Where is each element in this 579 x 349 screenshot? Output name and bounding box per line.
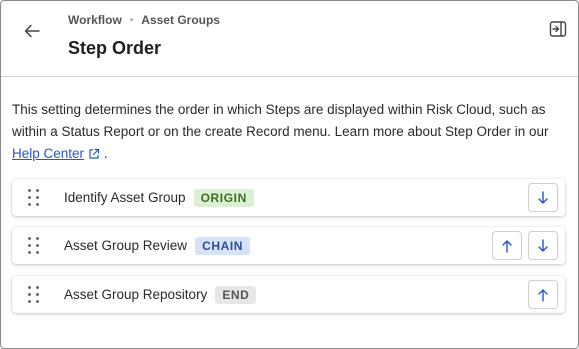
step-row[interactable]: Identify Asset Group ORIGIN bbox=[12, 179, 565, 216]
step-name: Asset Group Repository bbox=[64, 287, 208, 302]
step-name: Asset Group Review bbox=[64, 238, 188, 253]
collapse-panel-button[interactable] bbox=[549, 20, 569, 40]
description: This setting determines the order in whi… bbox=[12, 99, 562, 165]
move-down-button[interactable] bbox=[528, 231, 558, 260]
arrow-down-icon bbox=[538, 190, 548, 204]
breadcrumb-item-asset-groups[interactable]: Asset Groups bbox=[141, 13, 220, 27]
breadcrumb-separator: • bbox=[129, 14, 134, 26]
description-text: This setting determines the order in whi… bbox=[12, 102, 549, 139]
arrow-up-icon bbox=[502, 239, 512, 253]
arrow-down-icon bbox=[538, 238, 548, 252]
external-link-icon[interactable] bbox=[88, 148, 100, 160]
drag-handle-icon[interactable] bbox=[28, 188, 42, 207]
drag-handle-icon[interactable] bbox=[28, 285, 42, 304]
help-center-link[interactable]: Help Center bbox=[12, 146, 84, 161]
move-up-button[interactable] bbox=[492, 231, 522, 260]
breadcrumb-item-workflow[interactable]: Workflow bbox=[68, 13, 122, 27]
arrow-left-icon bbox=[24, 24, 40, 38]
step-type-badge: ORIGIN bbox=[193, 188, 254, 207]
breadcrumb: Workflow • Asset Groups bbox=[68, 13, 220, 27]
step-name: Identify Asset Group bbox=[64, 190, 186, 205]
page-title: Step Order bbox=[68, 38, 162, 58]
move-up-button[interactable] bbox=[528, 280, 558, 309]
back-button[interactable] bbox=[21, 20, 43, 42]
description-trailing: . bbox=[103, 146, 108, 161]
move-down-button[interactable] bbox=[528, 183, 558, 212]
collapse-panel-icon bbox=[549, 21, 567, 37]
step-row[interactable]: Asset Group Review CHAIN bbox=[12, 227, 565, 264]
step-order-panel: Workflow • Asset Groups Step Order This … bbox=[0, 0, 579, 349]
drag-handle-icon[interactable] bbox=[28, 236, 42, 255]
step-type-badge: CHAIN bbox=[195, 236, 251, 255]
panel-header: Workflow • Asset Groups Step Order bbox=[1, 1, 578, 77]
step-type-badge: END bbox=[215, 285, 257, 304]
step-row[interactable]: Asset Group Repository END bbox=[12, 276, 565, 313]
arrow-up-icon bbox=[538, 288, 548, 302]
